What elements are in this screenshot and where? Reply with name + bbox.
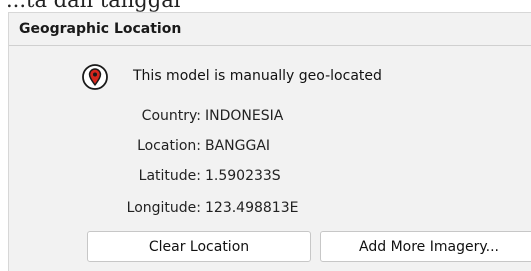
geo-status-text: This model is manually geo-located: [133, 68, 382, 84]
country-value: INDONESIA: [205, 108, 284, 124]
longitude-value: 123.498813E: [205, 200, 299, 216]
clear-location-button[interactable]: Clear Location: [87, 231, 311, 262]
location-label: Location:: [137, 138, 201, 154]
geographic-location-panel: Geographic Location This model is manual…: [8, 12, 531, 271]
country-label: Country:: [141, 108, 201, 124]
panel-header: Geographic Location: [9, 13, 531, 46]
screen: ...ta dan tanggal Geographic Location Th…: [0, 0, 531, 271]
add-more-imagery-button[interactable]: Add More Imagery...: [320, 231, 531, 262]
latitude-label: Latitude:: [138, 168, 201, 184]
latitude-value: 1.590233S: [205, 168, 281, 184]
map-pin-icon: [82, 64, 108, 90]
background-caption-text: ...ta dan tanggal: [6, 0, 181, 12]
location-value: BANGGAI: [205, 138, 271, 154]
longitude-label: Longitude:: [126, 200, 201, 216]
panel-title: Geographic Location: [19, 21, 182, 37]
